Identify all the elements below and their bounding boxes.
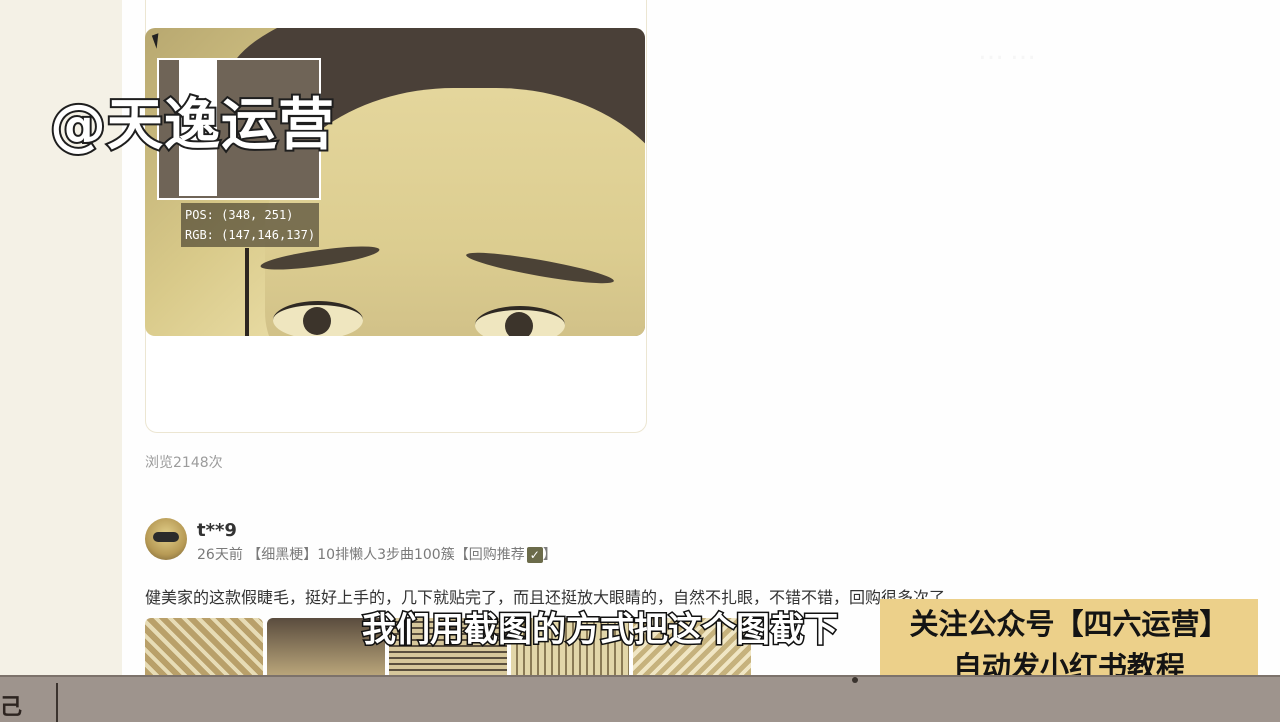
- corner-logo: ……: [978, 36, 1042, 66]
- rgb-label: RGB:: [185, 228, 214, 242]
- video-subtitle: 我们用截图的方式把这个图截下: [361, 609, 840, 652]
- avatar[interactable]: [145, 518, 187, 560]
- pos-label: POS:: [185, 208, 214, 222]
- pos-readout: POS: (348, 251): [185, 205, 315, 225]
- post-photo[interactable]: POS: (348, 251) RGB: (147,146,137): [145, 28, 645, 336]
- photo-left-eye: [273, 301, 363, 336]
- taskbar-indicator: [852, 677, 858, 683]
- comment-meta-text: 26天前 【细黑梗】10排懒人3步曲100簇【回购推荐: [197, 547, 525, 563]
- rgb-readout: RGB: (147,146,137): [185, 225, 315, 245]
- comment-image-thumbnail[interactable]: [145, 618, 263, 675]
- promo-line-1: 关注公众号【四六运营】: [909, 607, 1229, 641]
- screenshot-crosshair: [245, 248, 249, 336]
- pos-value: (348, 251): [221, 208, 294, 222]
- taskbar: 己: [0, 675, 1280, 722]
- comment-username[interactable]: t**9: [197, 520, 237, 541]
- view-count: 浏览2148次: [145, 455, 223, 471]
- rgb-value: (147,146,137): [221, 228, 316, 242]
- checkmark-icon: ✓: [526, 547, 543, 563]
- start-button[interactable]: 己: [0, 689, 50, 722]
- channel-watermark: @天逸运营: [48, 91, 336, 160]
- taskbar-divider: [56, 683, 58, 722]
- comment-meta-end: 】: [542, 547, 557, 563]
- avatar-mask-icon: [153, 532, 179, 542]
- comment-meta: 26天前 【细黑梗】10排懒人3步曲100簇【回购推荐 ✓】: [197, 544, 557, 564]
- screenshot-readout: POS: (348, 251) RGB: (147,146,137): [181, 203, 320, 247]
- photo-right-eye: [475, 306, 565, 336]
